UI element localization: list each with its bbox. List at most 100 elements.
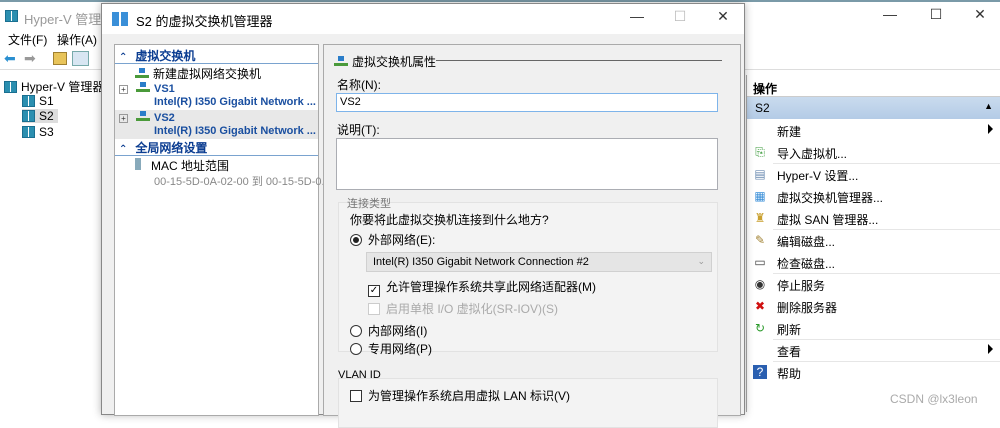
action-label: 删除服务器 [777, 301, 838, 315]
help-icon: ? [753, 365, 767, 379]
action-label: 帮助 [777, 367, 802, 381]
switch-item-vs1[interactable]: + VS1 Intel(R) I350 Gigabit Network ... [115, 81, 318, 110]
dialog-minimize-button[interactable]: — [622, 8, 652, 30]
properties-group-title: 虚拟交换机属性 [334, 53, 436, 70]
switch-item-vs2[interactable]: + VS2 Intel(R) I350 Gigabit Network ... [115, 110, 318, 139]
switch-manager-icon [112, 12, 128, 26]
server-icon [22, 126, 35, 138]
settings-icon: ▤ [754, 167, 766, 181]
dialog-title: S2 的虚拟交换机管理器 [136, 14, 273, 29]
description-input[interactable] [336, 138, 718, 190]
action-label: 停止服务 [777, 279, 826, 293]
action-label: 编辑磁盘... [777, 235, 836, 249]
san-icon: ♜ [754, 211, 766, 225]
action-2[interactable]: ▤ Hyper-V 设置... [747, 163, 1000, 185]
vlan-label: VLAN ID [338, 369, 381, 381]
new-virtual-switch[interactable]: 新建虚拟网络交换机 [135, 65, 261, 82]
action-label: 检查磁盘... [777, 257, 836, 271]
divider [436, 60, 722, 61]
vlan-checkbox[interactable]: 为管理操作系统启用虚拟 LAN 标识(V) [350, 387, 570, 404]
dialog-close-button[interactable]: ✕ [708, 8, 738, 30]
chevron-down-icon: ⌄ [697, 256, 705, 266]
connection-type-label: 连接类型 [347, 198, 391, 210]
action-8[interactable]: ✖ 删除服务器 [747, 295, 1000, 317]
external-adapter-select[interactable]: Intel(R) I350 Gigabit Network Connection… [366, 252, 712, 272]
hyperv-icon [4, 81, 17, 93]
action-label: Hyper-V 设置... [777, 169, 859, 183]
maximize-button[interactable]: ☐ [921, 6, 951, 28]
stop-icon: ◉ [754, 277, 766, 291]
section-global-network[interactable]: ⌃ 全局网络设置 [115, 139, 318, 156]
actions-pane: 操作 S2 ▲ 新建 ⎘ 导入虚拟机... ▤ Hyper-V 设置... ▦ 虚拟交换机管理… [746, 75, 1000, 412]
submenu-arrow-icon [988, 124, 993, 134]
action-1[interactable]: ⎘ 导入虚拟机... [747, 141, 1000, 163]
action-11[interactable]: ? 帮助 [747, 361, 1000, 383]
delete-icon: ✖ [754, 299, 766, 313]
name-label: 名称(N): [337, 78, 381, 92]
actions-header: 操作 [747, 75, 1000, 97]
dialog-title-bar: S2 的虚拟交换机管理器 — ☐ ✕ [102, 4, 744, 34]
minimize-button[interactable]: — [875, 6, 905, 28]
expand-icon[interactable]: + [119, 114, 128, 123]
tree-server-s1[interactable]: S1 [22, 94, 54, 108]
server-icon [22, 110, 35, 122]
switch-icon: ▦ [754, 189, 766, 203]
tree-server-s3[interactable]: S3 [22, 125, 54, 139]
close-button[interactable]: ✕ [965, 6, 995, 28]
mac-address-range[interactable]: MAC 地址范围 [135, 157, 229, 174]
show-tree-icon[interactable] [72, 51, 89, 66]
switch-icon [136, 111, 150, 121]
actions-section-s2[interactable]: S2 ▲ [747, 97, 1000, 119]
name-input[interactable]: VS2 [336, 93, 718, 112]
action-6[interactable]: ▭ 检查磁盘... [747, 251, 1000, 273]
switch-icon [334, 56, 348, 66]
collapse-icon: ▲ [984, 101, 993, 111]
action-4[interactable]: ♜ 虚拟 SAN 管理器... [747, 207, 1000, 229]
action-0[interactable]: 新建 [747, 119, 1000, 141]
section-virtual-switches[interactable]: ⌃ 虚拟交换机 [115, 47, 318, 64]
server-tree: Hyper-V 管理器 S1 S2 S3 [0, 72, 104, 412]
action-label: 新建 [777, 125, 802, 139]
import-icon: ⎘ [755, 145, 765, 159]
action-9[interactable]: ↻ 刷新 [747, 317, 1000, 339]
sriov-checkbox: 启用单根 I/O 虚拟化(SR-IOV)(S) [368, 300, 558, 317]
tree-root[interactable]: Hyper-V 管理器 [4, 78, 104, 95]
action-7[interactable]: ◉ 停止服务 [747, 273, 1000, 295]
virtual-switch-manager-dialog: S2 的虚拟交换机管理器 — ☐ ✕ ⌃ 虚拟交换机 新建虚拟网络交换机 + VS1… [101, 3, 745, 428]
hyperv-icon [5, 10, 18, 22]
action-10[interactable]: 查看 [747, 339, 1000, 361]
folder-up-icon[interactable] [53, 52, 67, 65]
action-3[interactable]: ▦ 虚拟交换机管理器... [747, 185, 1000, 207]
back-icon[interactable]: ⬅ [4, 50, 16, 67]
action-label: 刷新 [777, 323, 802, 337]
collapse-icon: ⌃ [119, 52, 128, 63]
action-label: 查看 [777, 345, 802, 359]
mac-icon [135, 158, 141, 170]
radio-private[interactable]: 专用网络(P) [350, 340, 432, 357]
new-switch-icon [135, 68, 149, 78]
refresh-icon: ↻ [754, 321, 766, 335]
switch-properties-pane: 虚拟交换机属性 名称(N): VS2 说明(T): 连接类型 你要将此虚拟交换机… [323, 44, 741, 428]
allow-management-checkbox[interactable]: ✓ 允许管理操作系统共享此网络适配器(M) [368, 278, 596, 297]
radio-internal[interactable]: 内部网络(I) [350, 322, 427, 339]
action-label: 虚拟交换机管理器... [777, 191, 884, 205]
action-label: 导入虚拟机... [777, 147, 848, 161]
menu-action[interactable]: 操作(A) [57, 31, 97, 48]
forward-icon[interactable]: ➡ [24, 50, 36, 67]
collapse-icon: ⌃ [119, 144, 128, 155]
dialog-maximize-button: ☐ [673, 8, 687, 24]
edit-disk-icon: ✎ [754, 233, 766, 247]
action-label: 虚拟 SAN 管理器... [777, 213, 879, 227]
description-label: 说明(T): [337, 123, 380, 137]
menu-file[interactable]: 文件(F) [8, 31, 47, 48]
radio-external[interactable]: 外部网络(E): [350, 231, 435, 248]
submenu-arrow-icon [988, 344, 993, 354]
inspect-disk-icon: ▭ [754, 255, 766, 269]
tree-server-s2[interactable]: S2 [22, 109, 58, 123]
action-5[interactable]: ✎ 编辑磁盘... [747, 229, 1000, 251]
server-icon [22, 95, 35, 107]
expand-icon[interactable]: + [119, 85, 128, 94]
connection-question: 你要将此虚拟交换机连接到什么地方? [350, 213, 549, 227]
watermark: CSDN @lx3leon [890, 392, 978, 406]
switch-list-pane: ⌃ 虚拟交换机 新建虚拟网络交换机 + VS1 Intel(R) I350 Giga… [114, 44, 331, 416]
